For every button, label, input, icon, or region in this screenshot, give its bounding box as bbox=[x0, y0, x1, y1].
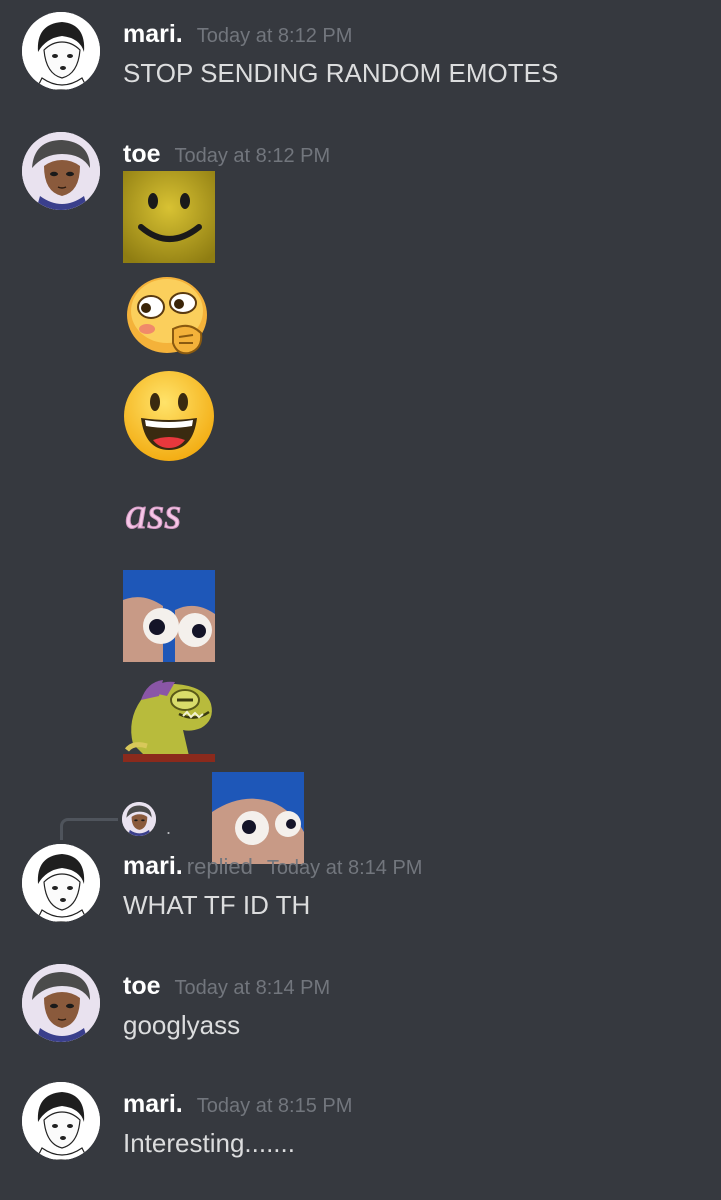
reply-preview-googly-emote[interactable] bbox=[212, 772, 304, 864]
toe-avatar[interactable] bbox=[22, 964, 100, 1042]
thinking-blob-emote[interactable] bbox=[123, 271, 215, 363]
message-text: STOP SENDING RANDOM EMOTES bbox=[123, 58, 559, 88]
author-name[interactable]: mari. bbox=[123, 852, 183, 880]
timestamp: Today at 8:14 PM bbox=[174, 977, 331, 999]
message-text: Interesting....... bbox=[123, 1128, 295, 1158]
timestamp: Today at 8:12 PM bbox=[196, 25, 353, 47]
author-name[interactable]: mari. bbox=[123, 20, 183, 48]
timestamp: Today at 8:12 PM bbox=[174, 145, 331, 167]
toe-avatar[interactable] bbox=[22, 132, 100, 210]
fish-monster-emote[interactable] bbox=[123, 670, 215, 762]
mari-avatar[interactable] bbox=[22, 1082, 100, 1160]
timestamp: Today at 8:15 PM bbox=[196, 1095, 353, 1117]
googly-eyes-fingers-emote[interactable] bbox=[123, 570, 215, 662]
message-text: WHAT TF ID TH bbox=[123, 890, 311, 920]
grinning-emoji[interactable] bbox=[123, 370, 215, 462]
mari-avatar[interactable] bbox=[22, 844, 100, 922]
ass-text-emote[interactable]: ass bbox=[123, 470, 215, 562]
message-text: googlyass bbox=[123, 1010, 241, 1040]
reply-toe-avatar[interactable] bbox=[122, 802, 156, 836]
author-name[interactable]: toe bbox=[123, 140, 161, 168]
replied-label: replied bbox=[186, 854, 253, 879]
author-name[interactable]: mari. bbox=[123, 1090, 183, 1118]
reply-preview-text[interactable]: . bbox=[166, 818, 171, 839]
roblox-smile-emote[interactable] bbox=[123, 171, 215, 263]
author-name[interactable]: toe bbox=[123, 972, 161, 1000]
ass-text: ass bbox=[125, 489, 181, 538]
reply-connector-line bbox=[60, 818, 118, 840]
timestamp: Today at 8:14 PM bbox=[266, 857, 423, 879]
mari-avatar[interactable] bbox=[22, 12, 100, 90]
